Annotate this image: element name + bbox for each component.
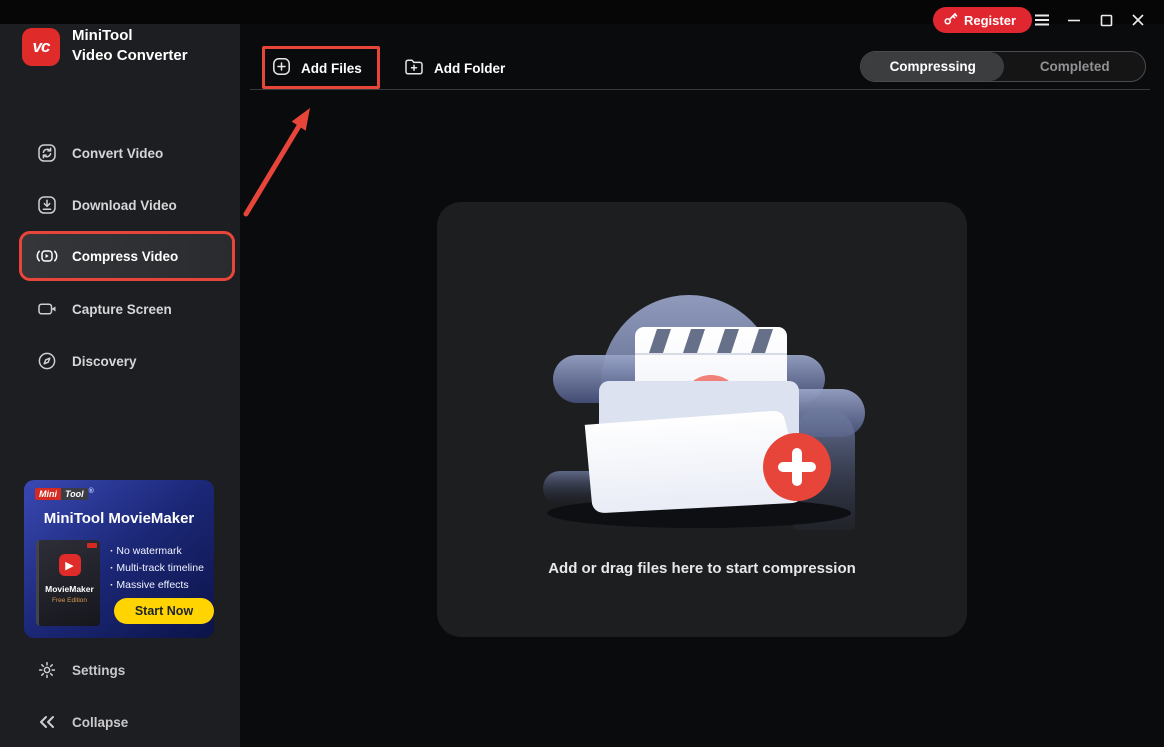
registered-mark: ® <box>88 488 94 495</box>
convert-video-icon <box>36 143 58 163</box>
sidebar-item-label: Convert Video <box>72 145 164 161</box>
titlebar: Register <box>0 0 1164 33</box>
sidebar-item-download-video[interactable]: Download Video <box>22 183 232 227</box>
toolbar-divider <box>250 89 1150 90</box>
dropzone[interactable]: Add or drag files here to start compress… <box>437 202 967 637</box>
add-files-illustration <box>543 295 865 530</box>
sidebar-item-label: Settings <box>72 662 126 678</box>
register-label: Register <box>964 12 1017 28</box>
sidebar-item-compress-video[interactable]: Compress Video <box>19 231 235 281</box>
dropzone-hint: Add or drag files here to start compress… <box>548 560 856 577</box>
tab-compressing[interactable]: Compressing <box>861 52 1005 81</box>
moviemaker-promo-card[interactable]: Mini Tool ® MiniTool MovieMaker ▶ MovieM… <box>24 480 214 638</box>
box-edition: Free Edition <box>51 597 88 604</box>
sidebar-item-settings[interactable]: Settings <box>22 648 232 692</box>
double-chevron-left-icon <box>36 712 58 732</box>
add-folder-label: Add Folder <box>434 60 506 76</box>
brand-right: Tool <box>61 488 88 500</box>
app-window: Register vc MiniTool Video Converter Con… <box>0 0 1164 747</box>
sidebar-item-capture-screen[interactable]: Capture Screen <box>22 287 232 331</box>
minitool-brand-badge: Mini Tool ® <box>35 488 94 500</box>
promo-bullets: No watermark Multi-track timeline Massiv… <box>110 543 204 594</box>
start-now-button[interactable]: Start Now <box>114 598 214 624</box>
download-video-icon <box>36 195 58 215</box>
add-files-label: Add Files <box>301 60 362 76</box>
sidebar-item-discovery[interactable]: Discovery <box>22 339 232 383</box>
promo-title: MiniTool MovieMaker <box>43 510 195 527</box>
sidebar-item-label: Discovery <box>72 353 137 369</box>
app-logo-glyph: vc <box>32 37 51 56</box>
box-chip <box>87 543 97 548</box>
sidebar-item-label: Collapse <box>72 714 129 730</box>
add-files-icon <box>272 57 291 79</box>
register-button[interactable]: Register <box>933 7 1033 33</box>
app-title-line1: MiniTool <box>72 27 133 44</box>
app-logo: vc <box>22 28 60 66</box>
capture-screen-icon <box>36 299 58 319</box>
brand-left: Mini <box>35 488 61 500</box>
maximize-icon[interactable] <box>1095 10 1117 30</box>
gear-icon <box>36 660 58 680</box>
promo-bullet: Multi-track timeline <box>110 560 204 577</box>
arrow-annotation <box>243 108 310 217</box>
add-folder-button[interactable]: Add Folder <box>404 48 505 88</box>
sidebar-item-label: Compress Video <box>72 248 179 264</box>
app-title: MiniTool Video Converter <box>72 26 188 66</box>
app-title-line2: Video Converter <box>72 47 188 64</box>
close-icon[interactable] <box>1127 10 1149 30</box>
key-icon <box>943 11 958 29</box>
hamburger-menu-icon[interactable] <box>1031 10 1053 30</box>
discovery-compass-icon <box>36 351 58 371</box>
compress-video-icon <box>36 246 58 266</box>
add-folder-icon <box>404 58 424 79</box>
sidebar: vc MiniTool Video Converter Convert Vide… <box>0 24 240 747</box>
tab-completed[interactable]: Completed <box>1004 52 1145 81</box>
promo-bullet: No watermark <box>110 543 204 560</box>
sidebar-item-label: Download Video <box>72 197 177 213</box>
promo-bullet: Massive effects <box>110 577 204 594</box>
sidebar-collapse-button[interactable]: Collapse <box>22 700 232 744</box>
add-files-button[interactable]: Add Files <box>272 48 362 88</box>
sidebar-item-convert-video[interactable]: Convert Video <box>22 131 232 175</box>
minimize-icon[interactable] <box>1063 10 1085 30</box>
moviemaker-app-icon: ▶ <box>58 554 81 576</box>
moviemaker-product-box: ▶ MovieMaker Free Edition <box>36 540 100 626</box>
box-name: MovieMaker <box>45 584 94 594</box>
sidebar-item-label: Capture Screen <box>72 301 172 317</box>
compress-status-tabs: Compressing Completed <box>860 51 1146 82</box>
